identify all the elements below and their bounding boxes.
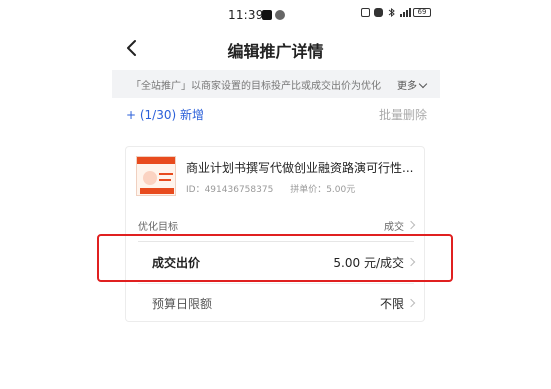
optimization-target-value: 成交: [384, 222, 404, 233]
optimization-target-row[interactable]: 优化目标 成交: [126, 215, 426, 237]
product-title: 商业计划书撰写代做创业融资路演可行性...: [186, 161, 414, 175]
chevron-right-icon: [406, 220, 416, 230]
tiktok-icon: [262, 10, 272, 20]
chevron-right-icon: [406, 298, 416, 308]
notice-text: 「全站推广」以商家设置的目标投产比或成交出价为优化: [131, 81, 381, 92]
divider: [138, 283, 414, 284]
silent-icon: [374, 8, 383, 17]
promotion-card: 商业计划书撰写代做创业融资路演可行性... ID：491436758375 拼单…: [125, 146, 425, 322]
batch-delete-button[interactable]: 批量删除: [379, 106, 427, 123]
notice-more-button[interactable]: 更多: [397, 77, 428, 92]
daily-budget-value: 不限: [379, 297, 404, 311]
notice-more-label: 更多: [397, 81, 417, 92]
status-bar: 11:39 69: [0, 0, 551, 30]
product-meta: ID：491436758375 拼单价：5.00元: [186, 182, 369, 195]
page-title: 编辑推广详情: [227, 42, 324, 61]
bid-price-label: 成交出价: [152, 256, 201, 270]
product-row[interactable]: 商业计划书撰写代做创业融资路演可行性... ID：491436758375 拼单…: [126, 147, 426, 207]
battery-icon: 69: [413, 8, 431, 17]
nav-header: 编辑推广详情: [0, 30, 551, 70]
daily-budget-row[interactable]: 预算日限额 不限: [126, 293, 426, 315]
bluetooth-icon: [387, 7, 396, 18]
chevron-right-icon: [406, 257, 416, 267]
product-thumbnail: [136, 156, 176, 196]
add-button[interactable]: + (1/30) 新增: [126, 106, 204, 123]
product-price: 拼单价：5.00元: [290, 185, 356, 195]
product-id: ID：491436758375: [186, 185, 274, 195]
divider: [138, 241, 414, 242]
bid-price-row[interactable]: 成交出价 5.00 元/成交: [126, 247, 426, 277]
status-icons: 69: [361, 7, 431, 18]
optimization-target-label: 优化目标: [138, 222, 178, 233]
status-time: 11:39: [228, 8, 264, 22]
daily-budget-label: 预算日限额: [152, 297, 213, 311]
notice-banner: 「全站推广」以商家设置的目标投产比或成交出价为优化 更多: [112, 70, 440, 98]
chevron-down-icon: [418, 79, 428, 89]
bid-price-value: 5.00 元/成交: [333, 256, 404, 270]
signal-icon: [400, 8, 411, 17]
nfc-icon: [361, 8, 370, 17]
app-icon: [275, 10, 285, 20]
